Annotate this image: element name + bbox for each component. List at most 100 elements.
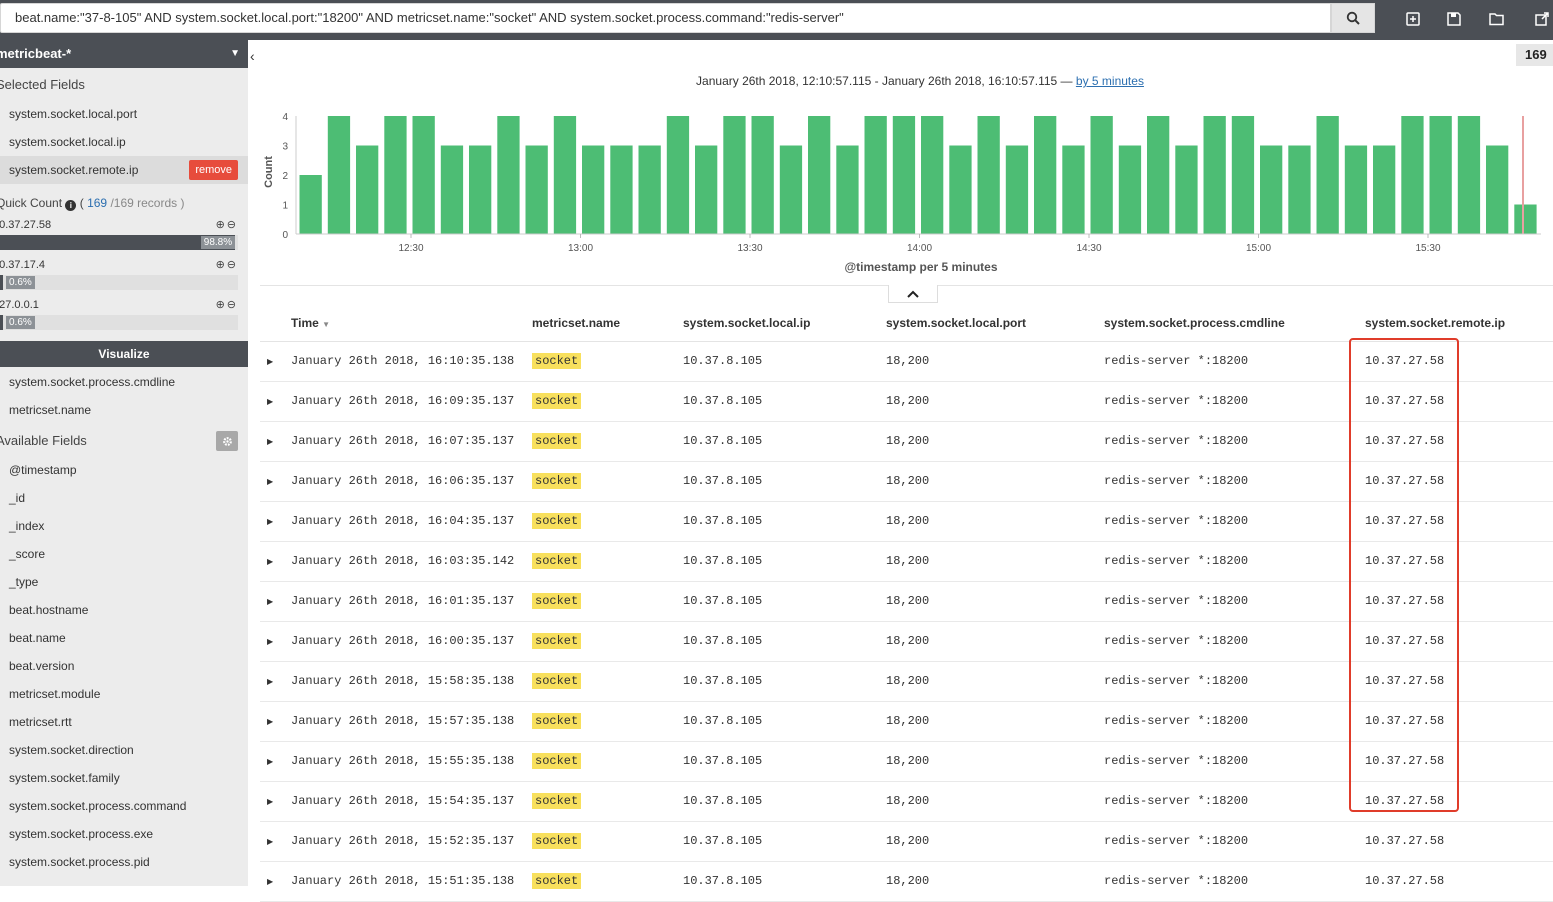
bar[interactable] [1062,145,1085,235]
available-field-item[interactable]: beat.name [0,624,248,652]
expand-row-icon[interactable]: ▶ [260,518,273,527]
bar[interactable] [610,145,633,235]
bar[interactable] [497,116,520,234]
bar[interactable] [751,116,774,234]
expand-row-icon[interactable]: ▶ [260,638,273,647]
table-row[interactable]: ▶ January 26th 2018, 16:04:35.137 socket 10… [260,501,1553,542]
zoom-out-icon[interactable]: ⊖ [227,299,238,311]
available-field-item[interactable]: metricset.rtt [0,708,248,736]
bar[interactable] [1231,116,1255,234]
available-field-item[interactable]: system.socket.process.exe [0,820,248,848]
bar[interactable] [1034,116,1057,234]
bar[interactable] [1203,116,1226,234]
column-header-local-ip[interactable]: system.socket.local.ip [683,305,886,342]
expand-row-icon[interactable]: ▶ [260,558,273,567]
bar[interactable] [723,116,746,234]
available-field-item[interactable]: _type [0,568,248,596]
selected-field-item[interactable]: system.socket.local.port [0,100,248,128]
expand-row-icon[interactable]: ▶ [260,478,273,487]
expand-row-icon[interactable]: ▶ [260,678,273,687]
bar[interactable] [1175,145,1198,235]
available-field-item[interactable]: system.socket.process.pid [0,848,248,876]
zoom-in-icon[interactable]: ⊕ [216,299,227,311]
bar[interactable] [1316,116,1339,234]
column-header-remote-ip[interactable]: system.socket.remote.ip [1365,305,1553,342]
index-pattern-selector[interactable]: metricbeat-* ▼ [0,40,248,68]
table-row[interactable]: ▶ January 26th 2018, 15:52:35.137 socket 10… [260,821,1553,862]
table-row[interactable]: ▶ January 26th 2018, 16:07:35.137 socket 10… [260,421,1553,462]
available-field-item[interactable]: _index [0,512,248,540]
visualize-button[interactable]: Visualize [0,341,248,367]
selected-field-item[interactable]: metricset.name [0,396,248,424]
collapse-sidebar-icon[interactable]: ‹ [250,48,260,64]
bar[interactable] [892,116,916,234]
bar[interactable] [1147,116,1170,234]
column-header-metricset[interactable]: metricset.name [532,305,683,342]
bar[interactable] [921,116,944,234]
selected-field-item[interactable]: system.socket.local.ip [0,128,248,156]
table-row[interactable]: ▶ January 26th 2018, 15:54:35.137 socket 10… [260,781,1553,822]
bar[interactable] [553,116,577,234]
table-row[interactable]: ▶ January 26th 2018, 15:55:35.138 socket 10… [260,741,1553,782]
bar[interactable] [1457,116,1481,234]
bar[interactable] [1344,145,1368,235]
sort-caret-icon[interactable]: ▼ [322,320,330,329]
bar[interactable] [977,116,1000,234]
available-field-item[interactable]: _score [0,540,248,568]
bar[interactable] [327,116,351,234]
available-field-item[interactable]: beat.version [0,652,248,680]
table-row[interactable]: ▶ January 26th 2018, 15:51:35.138 socket 10… [260,861,1553,902]
bar[interactable] [638,145,661,235]
expand-row-icon[interactable]: ▶ [260,798,273,807]
expand-row-icon[interactable]: ▶ [260,758,273,767]
column-header-local-port[interactable]: system.socket.local.port [886,305,1104,342]
bar[interactable] [808,116,831,234]
expand-row-icon[interactable]: ▶ [260,438,273,447]
new-search-icon[interactable] [1404,10,1422,28]
bar[interactable] [469,145,492,235]
column-header-time[interactable]: Time ▼ [291,305,532,342]
open-folder-icon[interactable] [1488,10,1506,28]
zoom-in-icon[interactable]: ⊕ [216,219,227,231]
available-field-item[interactable]: system.socket.process.command [0,792,248,820]
table-row[interactable]: ▶ January 26th 2018, 15:58:35.138 socket 10… [260,661,1553,702]
table-row[interactable]: ▶ January 26th 2018, 16:09:35.137 socket 10… [260,381,1553,422]
interval-link[interactable]: by 5 minutes [1076,74,1144,88]
bar[interactable] [949,145,972,235]
selected-field-item[interactable]: system.socket.remote.ip remove [0,156,248,184]
bar[interactable] [525,145,548,235]
bar[interactable] [1118,145,1142,235]
zoom-out-icon[interactable]: ⊖ [227,219,238,231]
zoom-in-icon[interactable]: ⊕ [216,259,227,271]
available-field-item[interactable]: metricset.module [0,680,248,708]
bar[interactable] [384,116,407,234]
bar[interactable] [1401,116,1424,234]
search-query-input[interactable]: beat.name:"37-8-105" AND system.socket.l… [0,3,1331,33]
bar[interactable] [779,145,803,235]
table-row[interactable]: ▶ January 26th 2018, 16:00:35.137 socket 10… [260,621,1553,662]
expand-row-icon[interactable]: ▶ [260,358,273,367]
bar[interactable] [582,145,605,235]
bar[interactable] [1288,145,1311,235]
field-settings-button[interactable] [216,431,238,451]
expand-row-icon[interactable]: ▶ [260,838,273,847]
available-field-item[interactable]: system.socket.direction [0,736,248,764]
bar[interactable] [1514,204,1537,235]
bar[interactable] [1429,116,1452,234]
bar[interactable] [1486,145,1509,235]
column-header-cmdline[interactable]: system.socket.process.cmdline [1104,305,1365,342]
expand-row-icon[interactable]: ▶ [260,398,273,407]
selected-field-item[interactable]: system.socket.process.cmdline [0,368,248,396]
search-button[interactable] [1331,3,1375,33]
bar[interactable] [836,145,859,235]
bar[interactable] [356,145,379,235]
bar[interactable] [1005,145,1029,235]
save-icon[interactable] [1445,10,1463,28]
collapse-chart-button[interactable] [888,285,938,303]
table-row[interactable]: ▶ January 26th 2018, 16:01:35.137 socket 10… [260,581,1553,622]
zoom-out-icon[interactable]: ⊖ [227,259,238,271]
bar[interactable] [1090,116,1113,234]
bar[interactable] [666,116,690,234]
available-field-item[interactable]: system.socket.family [0,764,248,792]
bar[interactable] [412,116,435,234]
